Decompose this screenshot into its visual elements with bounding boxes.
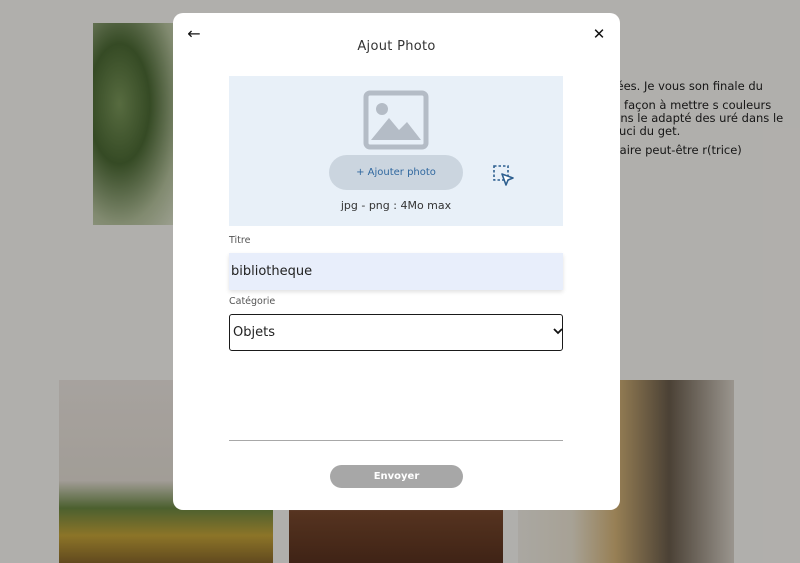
title-input[interactable] [229, 253, 563, 290]
add-photo-modal: ← ✕ Ajout Photo + Ajouter photo jpg - pn… [173, 13, 620, 510]
form-divider [229, 440, 563, 441]
file-format-hint: jpg - png : 4Mo max [340, 199, 452, 212]
category-label: Catégorie [229, 296, 276, 307]
photo-upload-area: + Ajouter photo jpg - png : 4Mo max [229, 76, 563, 226]
title-label: Titre [229, 235, 251, 246]
submit-button[interactable]: Envoyer [330, 465, 463, 488]
select-cursor-icon[interactable] [493, 165, 515, 187]
add-photo-button[interactable]: + Ajouter photo [329, 155, 463, 190]
image-icon [363, 90, 429, 150]
category-select[interactable]: Objets [229, 314, 563, 351]
modal-title: Ajout Photo [357, 39, 436, 54]
